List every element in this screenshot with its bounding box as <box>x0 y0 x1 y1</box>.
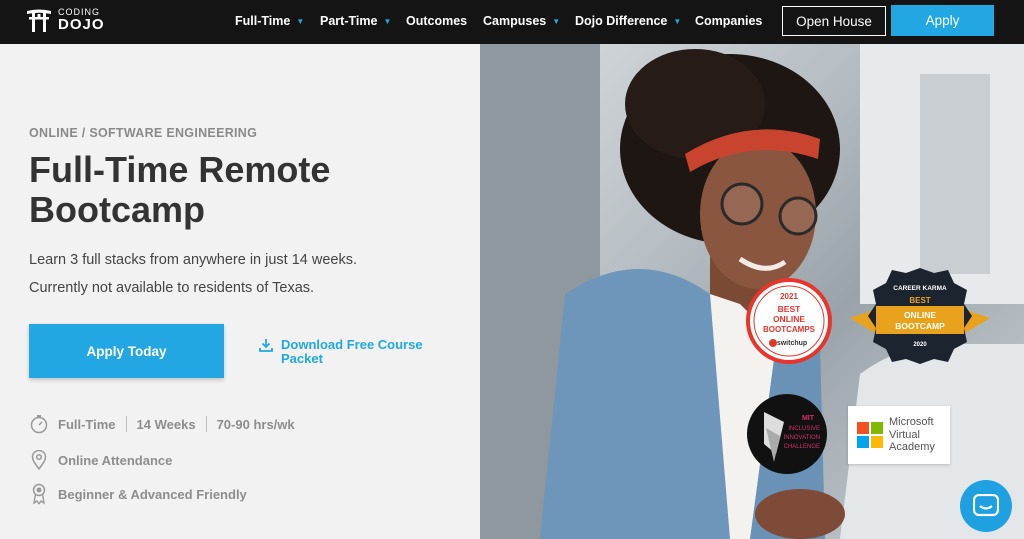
switchup-brand: switchup <box>777 340 807 347</box>
attendance-label: Online Attendance <box>58 452 173 468</box>
chat-launcher-button[interactable] <box>960 480 1012 532</box>
nav-item-outcomes[interactable]: Outcomes <box>406 14 467 28</box>
nav-item-label: Outcomes <box>406 14 468 28</box>
nav-item-label: Part-Time <box>320 14 378 28</box>
nav-item-label: Companies <box>695 14 763 28</box>
career-karma-line1: BEST <box>909 296 930 305</box>
career-karma-badge: CAREER KARMA BEST ONLINE BOOTCAMP 2020 <box>850 266 990 371</box>
apply-today-button[interactable]: Apply Today <box>29 324 224 378</box>
divider <box>205 416 207 432</box>
nav-item-label: Campuses <box>483 14 547 28</box>
switchup-line2: ONLINE <box>773 314 805 324</box>
hero-text-panel: ONLINE / SOFTWARE ENGINEERING Full-Time … <box>0 44 480 539</box>
program-eyebrow: ONLINE / SOFTWARE ENGINEERING <box>29 126 258 140</box>
download-label: Download Free Course Packet <box>281 337 423 366</box>
mit-inclusive-innovation-badge: MIT INCLUSIVE INNOVATION CHALLENGE <box>746 392 828 481</box>
microsoft-line1: Microsoft <box>889 416 934 429</box>
switchup-line1: BEST <box>778 304 801 314</box>
coding-dojo-logo[interactable]: CODING DOJO <box>26 8 105 32</box>
attendance-info: Online Attendance <box>29 449 172 471</box>
download-icon <box>259 339 273 352</box>
divider <box>125 416 127 432</box>
top-nav: CODING DOJO Full-Time ▼ Part-Time ▼ Outc… <box>0 0 1024 44</box>
torii-gate-icon <box>27 9 51 32</box>
chat-bubble-icon <box>973 494 999 517</box>
nav-item-campuses[interactable]: Campuses ▼ <box>483 14 560 28</box>
logo-line2: DOJO <box>58 16 105 33</box>
level-info: Beginner & Advanced Friendly <box>29 483 247 505</box>
location-pin-icon <box>29 449 49 471</box>
chevron-down-icon: ▼ <box>296 16 305 26</box>
hero-photo: 2021 BEST ONLINE BOOTCAMPS switchup CARE… <box>480 44 1024 539</box>
nav-item-dojo-difference[interactable]: Dojo Difference ▼ <box>575 14 681 28</box>
page-title: Full-Time Remote Bootcamp <box>29 149 331 230</box>
nav-item-label: Dojo Difference <box>575 14 668 28</box>
career-karma-line3: BOOTCAMP <box>895 321 945 331</box>
mit-line3: INNOVATION <box>784 435 820 441</box>
career-karma-brand: CAREER KARMA <box>893 285 947 292</box>
mit-line1: MIT <box>802 415 815 422</box>
microsoft-line3: Academy <box>889 441 935 454</box>
chevron-down-icon: ▼ <box>552 16 561 26</box>
microsoft-virtual-academy-badge: Microsoft Virtual Academy <box>848 406 950 464</box>
apply-button[interactable]: Apply <box>891 5 994 36</box>
level-label: Beginner & Advanced Friendly <box>58 486 247 502</box>
microsoft-line2: Virtual <box>889 428 920 441</box>
weekly-hours: 70-90 hrs/wk <box>216 416 295 432</box>
nav-item-full-time[interactable]: Full-Time ▼ <box>235 14 304 28</box>
program-length: 14 Weeks <box>136 416 196 432</box>
switchup-year: 2021 <box>780 292 798 301</box>
hero-subtitle: Learn 3 full stacks from anywhere in jus… <box>29 252 358 268</box>
open-house-button[interactable]: Open House <box>782 6 886 36</box>
switchup-badge: 2021 BEST ONLINE BOOTCAMPS switchup <box>746 278 832 369</box>
schedule-info: Full-Time 14 Weeks 70-90 hrs/wk <box>29 413 295 435</box>
chevron-down-icon: ▼ <box>673 16 682 26</box>
stopwatch-icon <box>29 413 49 435</box>
career-karma-line2: ONLINE <box>904 310 936 320</box>
nav-item-companies[interactable]: Companies <box>695 14 762 28</box>
microsoft-logo-icon <box>857 422 883 448</box>
nav-item-label: Full-Time <box>235 14 291 28</box>
chevron-down-icon: ▼ <box>383 16 392 26</box>
texas-notice: Currently not available to residents of … <box>29 280 315 296</box>
mit-line2: INCLUSIVE <box>788 426 820 432</box>
career-karma-year: 2020 <box>913 342 927 348</box>
nav-item-part-time[interactable]: Part-Time ▼ <box>320 14 391 28</box>
award-ribbon-icon <box>29 483 49 505</box>
switchup-line3: BOOTCAMPS <box>763 325 816 334</box>
download-course-packet-link[interactable]: Download Free Course Packet <box>259 338 441 366</box>
schedule-type: Full-Time <box>58 416 116 432</box>
mit-line4: CHALLENGE <box>784 444 820 450</box>
